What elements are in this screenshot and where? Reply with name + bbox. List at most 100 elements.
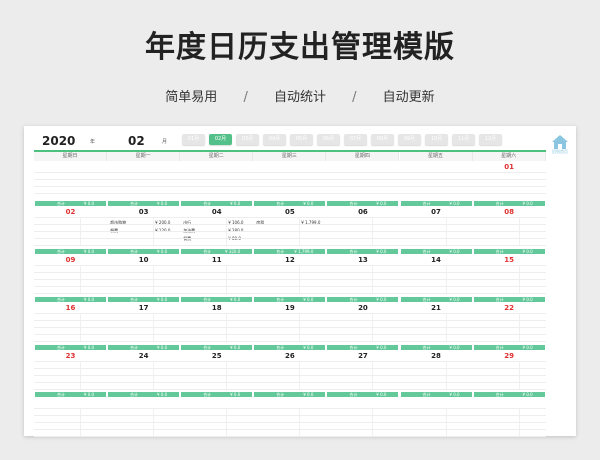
- calendar-sheet: 2020 年 02 月 01月 02月 03月 04月 05月 06月 07月 08月 09月 1…: [24, 126, 576, 437]
- daily-total-bar: 合计 ¥ 0.0: [254, 201, 326, 206]
- expense-item-name[interactable]: 超市购物: [110, 220, 126, 226]
- grid-line: [34, 279, 546, 280]
- daily-total-bar: 合计 ¥ 320.0: [181, 249, 253, 254]
- grid-line: [34, 415, 546, 416]
- month-tab[interactable]: 07月: [344, 134, 367, 145]
- grid-line: [34, 186, 546, 187]
- daily-total-bar: 合计 ¥ 0.0: [35, 249, 107, 254]
- date-number[interactable]: 07: [400, 208, 473, 216]
- date-number[interactable]: 23: [34, 352, 107, 360]
- date-number[interactable]: 19: [253, 304, 326, 312]
- weekday-header: 星期六: [472, 152, 546, 161]
- date-number[interactable]: 14: [400, 256, 473, 264]
- date-number[interactable]: 24: [107, 352, 180, 360]
- date-number[interactable]: 15: [473, 256, 546, 264]
- feature-tags: 简单易用 / 自动统计 / 自动更新: [0, 86, 600, 105]
- month-tab[interactable]: 09月: [398, 134, 421, 145]
- grid-line: [34, 341, 546, 342]
- total-label: 合计: [276, 392, 285, 397]
- grid-line: [34, 382, 546, 383]
- year-value[interactable]: 2020: [42, 134, 75, 148]
- date-number[interactable]: 09: [34, 256, 107, 264]
- grid-line: [34, 231, 546, 232]
- date-number[interactable]: 25: [180, 352, 253, 360]
- daily-total-bar: 合计 ¥ 0.0: [400, 249, 472, 254]
- total-value: ¥ 0.0: [522, 201, 533, 206]
- month-tab[interactable]: 12月: [479, 134, 502, 145]
- total-label: 合计: [495, 249, 504, 254]
- date-number[interactable]: 22: [473, 304, 546, 312]
- date-number[interactable]: 08: [473, 208, 546, 216]
- date-number[interactable]: 02: [34, 208, 107, 216]
- month-tab[interactable]: 08月: [371, 134, 394, 145]
- daily-total-bar: 合计 ¥ 0.0: [327, 249, 399, 254]
- daily-total-bar: 合计 ¥ 0.0: [473, 201, 545, 206]
- grid-line: [34, 334, 546, 335]
- date-number[interactable]: 11: [180, 256, 253, 264]
- total-label: 合计: [130, 345, 139, 350]
- weekday-header: 星期二: [180, 152, 254, 161]
- date-number[interactable]: 03: [107, 208, 180, 216]
- date-number[interactable]: 29: [473, 352, 546, 360]
- date-number[interactable]: 18: [180, 304, 253, 312]
- month-tab[interactable]: 04月: [263, 134, 286, 145]
- total-value: ¥ 0.0: [230, 201, 241, 206]
- daily-total-bar: 合计 ¥ 0.0: [254, 345, 326, 350]
- grid-line: [34, 238, 546, 239]
- weekday-header: 星期四: [326, 152, 400, 161]
- total-value: ¥ 0.0: [376, 392, 387, 397]
- date-number[interactable]: 12: [253, 256, 326, 264]
- month-value[interactable]: 02: [128, 134, 145, 148]
- date-number[interactable]: 13: [326, 256, 399, 264]
- grid-line: [34, 272, 546, 273]
- grid-line: [34, 313, 546, 314]
- home-button-label[interactable]: 回到首页: [546, 149, 574, 155]
- date-number[interactable]: 28: [400, 352, 473, 360]
- daily-total-bar: 合计 ¥ 0.0: [181, 345, 253, 350]
- total-value: ¥ 0.0: [157, 297, 168, 302]
- total-label: 合计: [57, 345, 65, 350]
- total-value: ¥ 0.0: [303, 345, 314, 350]
- date-number[interactable]: 27: [326, 352, 399, 360]
- grid-line: [34, 389, 546, 390]
- total-value: ¥ 0.0: [522, 345, 533, 350]
- date-number[interactable]: 10: [107, 256, 180, 264]
- date-number[interactable]: 01: [473, 163, 546, 171]
- date-number[interactable]: 04: [180, 208, 253, 216]
- date-number[interactable]: 05: [253, 208, 326, 216]
- grid-line: [34, 361, 546, 362]
- expense-item-name[interactable]: 房租: [256, 220, 264, 226]
- grid-line: [34, 429, 546, 430]
- month-tab[interactable]: 06月: [317, 134, 340, 145]
- home-icon[interactable]: [551, 134, 569, 150]
- date-number[interactable]: 20: [326, 304, 399, 312]
- daily-total-bar: 合计 ¥ 0.0: [254, 392, 326, 397]
- daily-total-bar: 合计 ¥ 0.0: [108, 297, 180, 302]
- month-tab[interactable]: 01月: [182, 134, 205, 145]
- date-number[interactable]: 17: [107, 304, 180, 312]
- expense-item-name[interactable]: 出行: [183, 220, 191, 226]
- total-value: ¥ 0.0: [376, 201, 387, 206]
- month-tab[interactable]: 10月: [425, 134, 448, 145]
- daily-total-bar: 合计 ¥ 0.0: [327, 297, 399, 302]
- total-value: ¥ 0.0: [83, 345, 95, 350]
- grid-line: [34, 320, 546, 321]
- date-number[interactable]: 06: [326, 208, 399, 216]
- total-label: 合计: [349, 201, 358, 206]
- date-number[interactable]: 26: [253, 352, 326, 360]
- total-label: 合计: [130, 297, 139, 302]
- month-tab[interactable]: 11月: [452, 134, 475, 145]
- total-value: ¥ 0.0: [230, 392, 241, 397]
- date-number[interactable]: 16: [34, 304, 107, 312]
- total-value: ¥ 0.0: [522, 297, 533, 302]
- month-tab[interactable]: 03月: [236, 134, 259, 145]
- daily-total-bar: 合计 ¥ 0.0: [108, 249, 180, 254]
- daily-total-bar: 合计 ¥ 0.0: [35, 297, 107, 302]
- expense-item-name[interactable]: 餐费: [183, 236, 191, 242]
- month-tab[interactable]: 05月: [290, 134, 313, 145]
- date-number[interactable]: 21: [400, 304, 473, 312]
- month-unit: 月: [162, 139, 168, 145]
- total-label: 合计: [276, 345, 285, 350]
- month-tab[interactable]: 02月: [209, 134, 232, 145]
- daily-total-bar: 合计 ¥ 0.0: [35, 392, 107, 397]
